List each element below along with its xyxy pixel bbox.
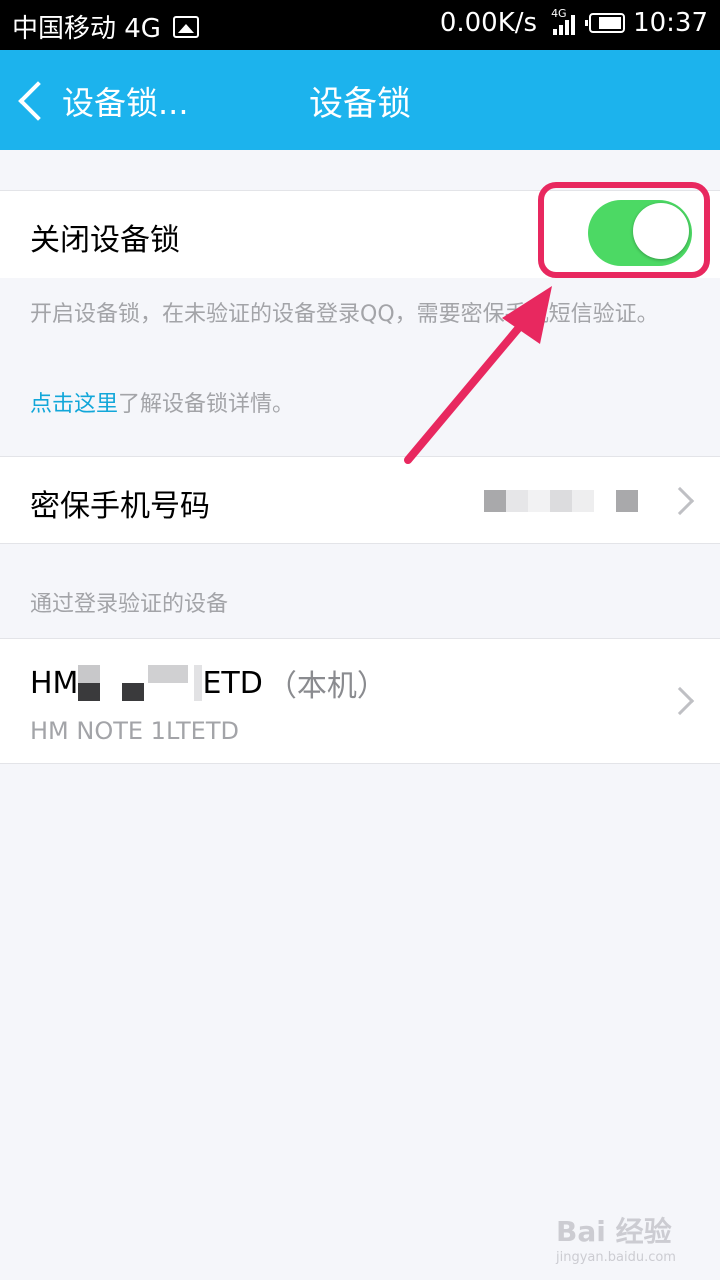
- device-name-prefix: HM: [30, 665, 79, 701]
- highlight-box: [538, 182, 710, 278]
- device-lock-label: 关闭设备锁: [30, 223, 180, 258]
- learn-more-text: 了解设备锁详情。: [118, 392, 295, 417]
- battery-icon: [585, 13, 626, 33]
- security-phone-row[interactable]: 密保手机号码: [0, 456, 720, 544]
- learn-more-link[interactable]: 点击这里: [30, 392, 118, 417]
- page-title: 设备锁: [309, 84, 411, 124]
- device-name-suffix: ETD: [202, 665, 263, 701]
- chevron-right-icon: [665, 686, 695, 716]
- watermark: Bai 经验 jingyan.baidu.com: [556, 1210, 676, 1265]
- device-name-masked: [78, 665, 203, 701]
- device-lock-description: 开启设备锁，在未验证的设备登录QQ，需要密保手机短信验证。: [30, 302, 659, 327]
- phone-number-masked: [484, 490, 638, 512]
- watermark-url: jingyan.baidu.com: [556, 1250, 676, 1265]
- carrier-label: 中国移动 4G: [12, 14, 161, 44]
- device-model: HM NOTE 1LTETD: [30, 717, 239, 745]
- learn-more-line: 点击这里了解设备锁详情。: [30, 386, 294, 418]
- clock: 10:37: [633, 8, 708, 38]
- net-speed: 0.00K/s: [439, 8, 538, 38]
- device-name: HM ETD （本机）: [30, 661, 387, 705]
- image-icon: [172, 15, 199, 38]
- device-list-item[interactable]: HM ETD （本机） HM NOTE 1LTETD: [0, 638, 720, 764]
- nav-bar: 设备锁... 设备锁: [0, 50, 720, 150]
- chevron-right-icon: [665, 486, 695, 516]
- watermark-brand: Bai 经验: [556, 1215, 672, 1248]
- security-phone-label: 密保手机号码: [30, 489, 210, 524]
- signal-label: 4G: [551, 7, 567, 20]
- current-device-tag: （本机）: [266, 669, 387, 704]
- devices-section-header: 通过登录验证的设备: [30, 592, 229, 617]
- status-bar: 中国移动 4G 0.00K/s 4G 10:37: [0, 0, 720, 50]
- signal-icon: 4G: [551, 7, 576, 35]
